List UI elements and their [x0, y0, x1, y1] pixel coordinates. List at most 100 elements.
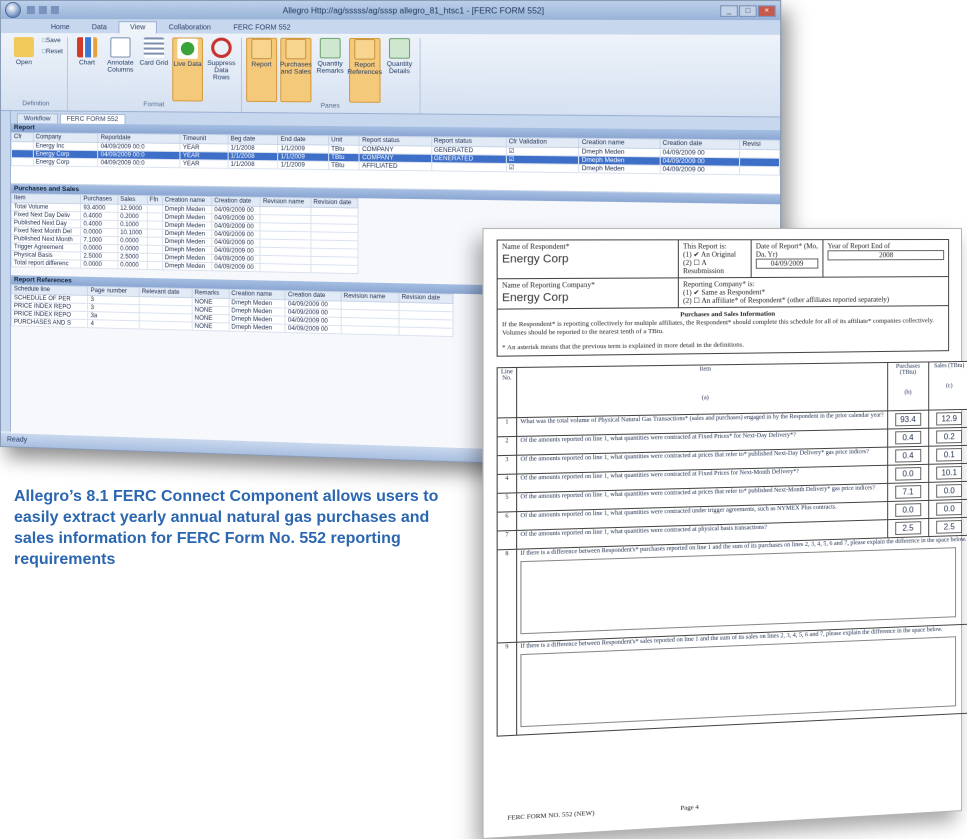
report-cell[interactable] — [11, 157, 34, 166]
report-column-header[interactable]: Cfr — [11, 132, 34, 142]
purchases-value: 0.0 — [894, 466, 922, 481]
open-button[interactable]: Open — [9, 37, 39, 100]
references-cell[interactable]: 04/09/2009 00 — [285, 324, 342, 334]
card-grid-button[interactable]: Card Grid — [139, 37, 170, 101]
references-cell[interactable] — [139, 320, 193, 331]
resubmission-label: A Resubmission — [683, 258, 725, 276]
report-cell[interactable]: ☑ — [505, 163, 580, 173]
quantity-remarks-icon — [319, 37, 341, 59]
purchases-cell[interactable]: 0.0000 — [117, 260, 148, 270]
suppress-icon — [211, 37, 232, 58]
maximize-button[interactable]: □ — [738, 4, 757, 17]
purchases-value: 0.4 — [894, 448, 922, 463]
purchases-cell[interactable] — [147, 204, 163, 214]
report-cell[interactable]: 04/09/2009 00 — [659, 165, 740, 175]
sales-value: 12.9 — [936, 411, 963, 426]
report-column-header[interactable]: Revisi — [739, 139, 780, 150]
qat-redo-icon[interactable] — [50, 6, 59, 15]
ribbon: Open Save Reset Definition Chart Annotat… — [0, 33, 781, 118]
year-value: 2008 — [827, 250, 945, 261]
report-cell[interactable]: TBtu — [328, 161, 360, 170]
form-footer: FERC FORM NO. 552 (NEW) Page 4 — [507, 790, 943, 822]
purchases-value: 0.0 — [894, 503, 922, 517]
purchases-grid[interactable]: Item Purchases Sales Ffn Creation name Creati… — [10, 193, 359, 275]
date-label: Date of Report* (Mo, Da, Yr) — [755, 242, 818, 259]
purchases-cell[interactable] — [147, 237, 163, 246]
doc-tab-ferc-form-552[interactable]: FERC FORM 552 — [59, 113, 126, 125]
report-cell[interactable] — [431, 162, 506, 172]
report-cell[interactable]: Dmeph Meden — [579, 164, 660, 174]
purchases-cell[interactable] — [260, 263, 311, 273]
minimize-button[interactable]: _ — [720, 4, 738, 17]
purchases-cell[interactable] — [147, 229, 163, 238]
purchases-cell[interactable]: Dmeph Meden — [162, 261, 212, 271]
suppress-data-rows-button[interactable]: Suppress Data Rows — [206, 37, 237, 102]
respondent-value: Energy Corp — [502, 252, 569, 266]
purchases-value: 0.4 — [894, 430, 922, 445]
report-cell[interactable]: 1/1/2009 — [278, 160, 329, 170]
quantity-details-pane-button[interactable]: Quantity Details — [384, 38, 416, 103]
references-cell[interactable]: Dmeph Meden — [228, 322, 286, 333]
purchases-cell[interactable] — [147, 220, 163, 230]
annotate-columns-button[interactable]: Annotate Columns — [105, 37, 135, 101]
chart-button[interactable]: Chart — [72, 37, 102, 101]
navigation-rail[interactable] — [0, 111, 11, 432]
report-column-header[interactable]: Beg date — [227, 134, 279, 145]
references-cell[interactable]: 4 — [88, 319, 140, 329]
instructions-box: Purchases and Sales Information If the R… — [496, 306, 950, 357]
report-pane-button[interactable]: Report — [246, 37, 278, 103]
chart-icon — [76, 37, 98, 58]
purchases-and-sales-pane-button[interactable]: Purchases and Sales — [280, 37, 312, 103]
app-menu-orb[interactable] — [4, 2, 21, 19]
purchases-column-header[interactable]: Sales — [117, 195, 148, 205]
qat-save-icon[interactable] — [26, 6, 35, 15]
report-column-header[interactable]: Unit — [328, 135, 360, 146]
line9-number: 9 — [497, 642, 517, 737]
annotate-icon — [110, 37, 131, 58]
tab-collaboration[interactable]: Collaboration — [159, 22, 222, 33]
references-cell[interactable]: PURCHASES AND S — [11, 317, 89, 328]
line8-number: 8 — [497, 549, 517, 644]
references-cell[interactable]: NONE — [192, 322, 229, 332]
live-data-button[interactable]: Live Data — [172, 37, 203, 102]
purchases-column-header[interactable]: Ffn — [147, 195, 163, 205]
purchases-cell[interactable] — [147, 253, 163, 262]
doc-tab-workflow[interactable]: Workflow — [16, 113, 58, 124]
purchases-cell[interactable]: 04/09/2009 00 — [211, 262, 261, 272]
purchases-cell[interactable] — [147, 245, 163, 254]
purchases-cell[interactable]: 0.0000 — [80, 260, 118, 269]
tab-view[interactable]: View — [118, 21, 157, 34]
purchases-cell[interactable] — [310, 264, 358, 274]
tab-data[interactable]: Data — [82, 22, 117, 33]
report-cell[interactable] — [11, 141, 34, 150]
report-references-pane-button[interactable]: Report References — [347, 37, 382, 103]
purchases-cell[interactable] — [147, 261, 163, 270]
reset-button[interactable]: Reset — [42, 48, 63, 55]
report-cell[interactable]: Energy Corp — [33, 157, 99, 167]
report-cell[interactable]: 04/09/2009 00:0 — [98, 158, 181, 168]
report-column-header[interactable]: Timeunit — [180, 134, 228, 144]
references-cell[interactable] — [341, 325, 399, 336]
quantity-remarks-pane-button[interactable]: Quantity Remarks — [314, 37, 345, 103]
original-label: An Original — [700, 250, 736, 259]
report-cell[interactable] — [739, 166, 780, 176]
close-button[interactable]: × — [757, 4, 776, 17]
save-button[interactable]: Save — [42, 37, 63, 44]
line-number: 3 — [497, 455, 517, 475]
qat-undo-icon[interactable] — [38, 6, 47, 15]
report-cell[interactable] — [11, 149, 34, 158]
references-cell[interactable] — [398, 327, 453, 337]
folder-icon — [13, 37, 34, 58]
references-grid[interactable]: Schedule line Page number Relevant date Rem… — [10, 284, 454, 338]
sales-value: 0.2 — [936, 429, 963, 444]
report-cell[interactable]: 1/1/2008 — [227, 160, 279, 169]
report-column-header[interactable]: End date — [278, 135, 329, 145]
respondent-label: Name of Respondent* — [502, 242, 570, 252]
report-cell[interactable]: YEAR — [180, 159, 228, 169]
sales-value: 2.5 — [936, 519, 963, 534]
tab-ferc-form-552[interactable]: FERC FORM 552 — [223, 22, 301, 33]
report-cell[interactable]: AFFILIATED — [359, 161, 432, 171]
purchases-cell[interactable] — [147, 212, 163, 222]
tab-home[interactable]: Home — [41, 22, 80, 33]
group-label-format: Format — [143, 101, 165, 109]
